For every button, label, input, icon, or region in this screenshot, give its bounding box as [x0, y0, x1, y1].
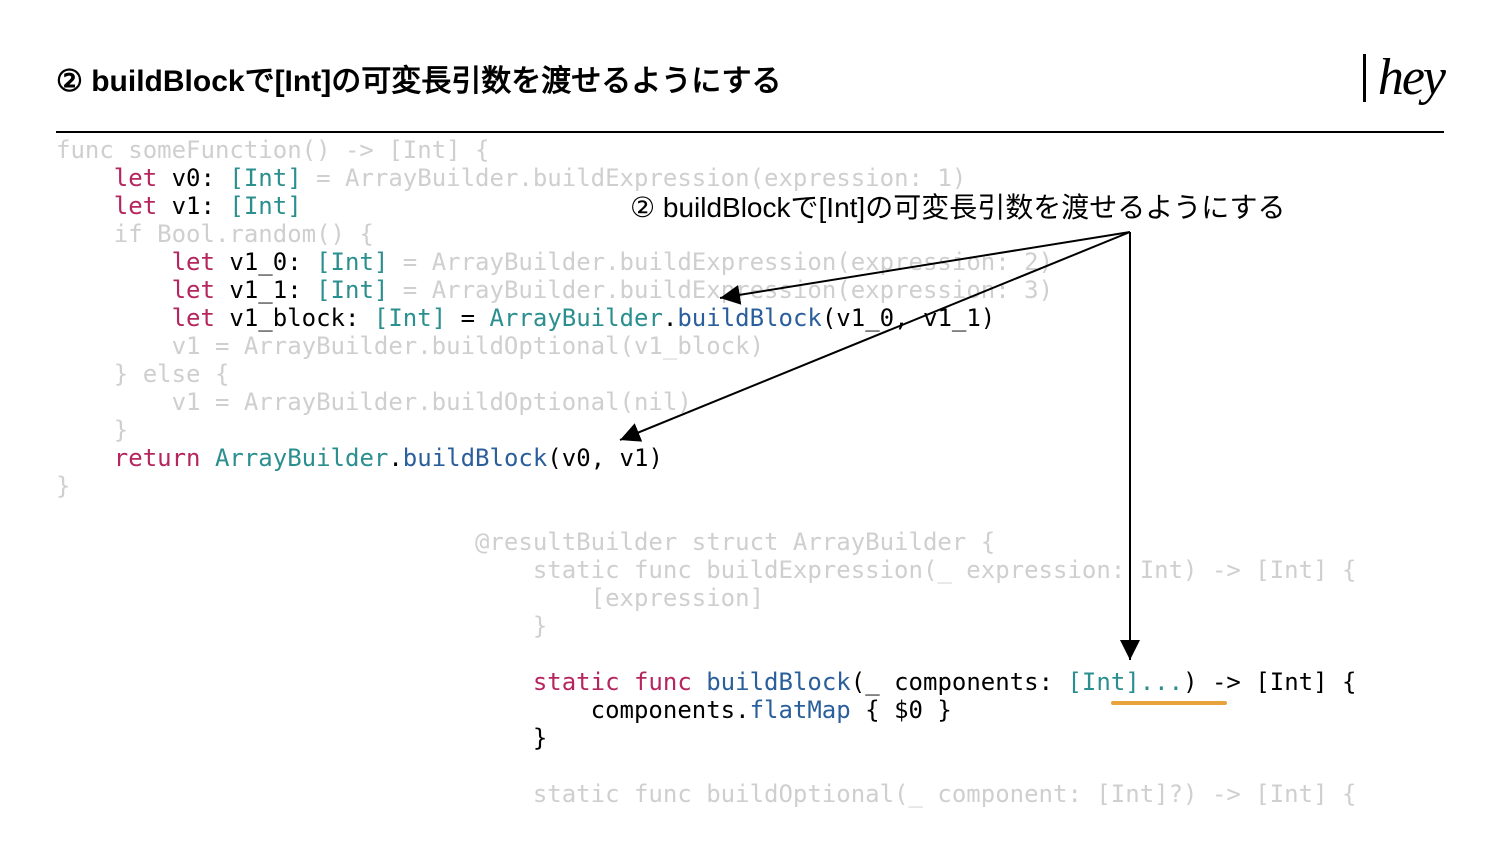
- logo-divider: [1363, 54, 1366, 102]
- code-line: @resultBuilder struct ArrayBuilder {: [56, 528, 995, 556]
- type: [Int]: [316, 276, 388, 304]
- code-block: func someFunction() -> [Int] { let v0: […: [56, 136, 1480, 808]
- type: ArrayBuilder: [215, 444, 388, 472]
- code-line: }: [56, 612, 547, 640]
- code-line: }: [56, 416, 128, 444]
- type: [Int]: [316, 248, 388, 276]
- method: flatMap: [750, 696, 851, 724]
- kw-let: let: [56, 248, 215, 276]
- page-title: ② buildBlockで[Int]の可変長引数を渡せるようにする: [56, 56, 782, 100]
- logo: hey: [1363, 48, 1444, 107]
- type: [Int]: [374, 304, 446, 332]
- eq: =: [446, 304, 489, 332]
- code-line: v1 = ArrayBuilder.buildOptional(v1_block…: [56, 332, 764, 360]
- kw-let: let: [56, 276, 215, 304]
- type: [Int]: [229, 192, 301, 220]
- code-dim: = ArrayBuilder.buildExpression(expressio…: [388, 248, 1053, 276]
- type-variadic: [Int]...: [1067, 668, 1183, 696]
- kw-return: return: [56, 444, 201, 472]
- var: v0:: [157, 164, 229, 192]
- code-line: [expression]: [56, 584, 764, 612]
- var: v1_1:: [215, 276, 316, 304]
- code-line: static func buildExpression(_ expression…: [56, 556, 1356, 584]
- kw-let: let: [56, 192, 157, 220]
- type: ArrayBuilder: [490, 304, 663, 332]
- dot: .: [663, 304, 677, 332]
- kw-func: func: [634, 668, 692, 696]
- method: buildBlock: [677, 304, 822, 332]
- highlight-underline: [1111, 701, 1227, 705]
- code-line: } else {: [56, 360, 229, 388]
- code-line: }: [56, 472, 70, 500]
- header: ② buildBlockで[Int]の可変長引数を渡せるようにする hey: [56, 48, 1444, 133]
- var: v1:: [157, 192, 229, 220]
- var: v1_block:: [215, 304, 374, 332]
- kw-let: let: [56, 304, 215, 332]
- code-dim: = ArrayBuilder.buildExpression(expressio…: [302, 164, 967, 192]
- kw-let: let: [56, 164, 157, 192]
- code-line: if Bool.random() {: [56, 220, 374, 248]
- code-line: func someFunction() -> [Int] {: [56, 136, 489, 164]
- method: buildBlock: [403, 444, 548, 472]
- logo-text: hey: [1378, 48, 1444, 107]
- method: buildBlock: [706, 668, 851, 696]
- code-line: static func buildOptional(_ component: […: [56, 780, 1356, 808]
- args: (v1_0, v1_1): [822, 304, 995, 332]
- type: [Int]: [229, 164, 301, 192]
- kw-static: static: [533, 668, 620, 696]
- code-line: v1 = ArrayBuilder.buildOptional(nil): [56, 388, 692, 416]
- var: v1_0:: [215, 248, 316, 276]
- args: (v0, v1): [547, 444, 663, 472]
- code-dim: = ArrayBuilder.buildExpression(expressio…: [388, 276, 1053, 304]
